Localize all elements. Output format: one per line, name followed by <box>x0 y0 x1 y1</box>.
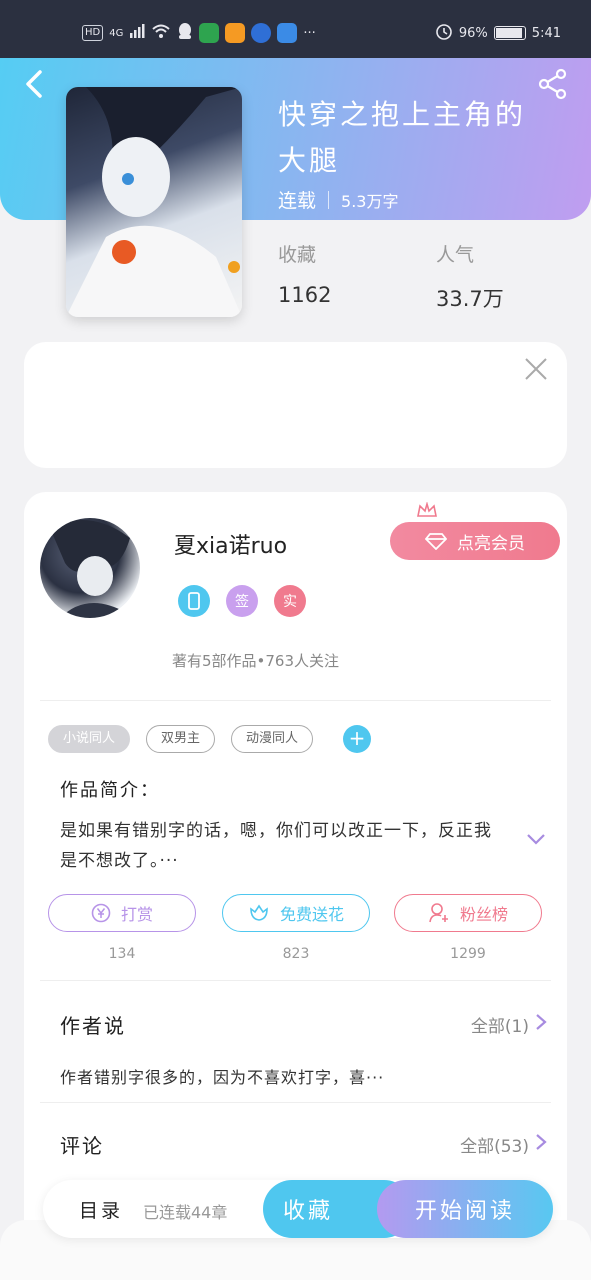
chapter-count: 已连载44章 <box>143 1203 228 1222</box>
activate-vip-button[interactable]: 点亮会员 <box>390 522 560 560</box>
expand-intro-button[interactable] <box>525 828 547 850</box>
tag-item[interactable]: 双男主 <box>146 725 216 753</box>
flower-icon <box>250 904 268 921</box>
phone-badge-icon <box>178 585 210 617</box>
intro-title: 作品简介： <box>60 780 160 801</box>
vip-label: 点亮会员 <box>457 533 525 554</box>
start-reading-label: 开始阅读 <box>414 1199 515 1224</box>
send-flower-label: 免费送花 <box>279 905 344 924</box>
intro-text: 是如果有错别字的话，嗯，你们可以改正一下，反正我是不想改了。··· <box>60 821 492 871</box>
author-says-more-link[interactable]: 全部(1) <box>471 1012 547 1037</box>
chevron-down-icon <box>527 834 545 845</box>
chevron-right-icon <box>535 1012 547 1037</box>
flower-count: 823 <box>282 946 310 962</box>
reward-button[interactable]: 打赏 <box>48 894 196 932</box>
book-title: 快穿之抱上主角的大腿 <box>278 98 527 177</box>
battery-level <box>495 28 522 38</box>
author-card: 夏xia诺ruo 签 实 著有5部作品•763人关注 点亮会员 小说同人 双男主… <box>24 492 567 1280</box>
divider <box>40 700 551 701</box>
popularity-label: 人气 <box>436 244 475 266</box>
app-notify-icon-1 <box>199 23 220 43</box>
tag-list: 小说同人 双男主 动漫同人 + <box>48 725 372 753</box>
qq-icon <box>177 22 193 44</box>
hd-indicator: HD <box>82 25 104 41</box>
divider <box>40 980 551 981</box>
book-cover[interactable] <box>66 87 242 317</box>
book-meta: 连载 5.3万字 <box>278 186 398 213</box>
bottom-action-bar: 目录 已连载44章 收藏 开始阅读 <box>43 1180 553 1238</box>
battery-icon <box>493 26 526 40</box>
signal-icon <box>129 24 145 42</box>
back-arrow-icon <box>26 70 42 98</box>
alarm-icon <box>435 22 453 44</box>
clock: 5:41 <box>531 25 561 41</box>
collect-label: 收藏 <box>278 244 317 266</box>
author-says-text[interactable]: 作者错别字很多的，因为不喜欢打字，喜··· <box>60 1064 384 1088</box>
cover-illustration <box>66 87 242 317</box>
yen-icon <box>91 903 111 923</box>
collect-value: 1162 <box>278 283 332 307</box>
tag-item[interactable]: 动漫同人 <box>231 725 314 753</box>
close-icon <box>525 358 547 380</box>
add-tag-button[interactable]: + <box>343 725 372 753</box>
avatar-illustration <box>50 520 135 618</box>
share-icon <box>538 68 567 100</box>
close-ad-button[interactable] <box>523 356 549 382</box>
diamond-icon <box>425 533 447 550</box>
comments-more-link[interactable]: 全部(53) <box>460 1132 547 1157</box>
popularity-stat: 人气 33.7万 <box>436 240 504 313</box>
wifi-icon <box>151 23 171 43</box>
popularity-value: 33.7万 <box>436 287 504 311</box>
fan-rank-button[interactable]: 粉丝榜 <box>394 894 542 932</box>
meta-divider <box>328 190 330 209</box>
book-status: 连载 <box>278 190 317 212</box>
app-notify-icon-2 <box>225 23 246 43</box>
real-badge-icon: 实 <box>274 585 306 617</box>
author-badges: 签 实 <box>178 585 306 617</box>
app-notify-icon-4 <box>277 23 298 43</box>
author-stats: 著有5部作品•763人关注 <box>172 652 340 670</box>
fan-icon <box>429 903 448 923</box>
chevron-right-icon <box>535 1132 547 1157</box>
author-name[interactable]: 夏xia诺ruo <box>174 528 287 560</box>
tag-item[interactable]: 小说同人 <box>48 725 131 753</box>
fan-count: 1299 <box>450 946 486 962</box>
status-bar: HD 4G ··· 96% 5:41 <box>0 0 591 58</box>
more-notifications: ··· <box>303 25 316 41</box>
author-avatar[interactable] <box>40 518 140 618</box>
app-notify-icon-3 <box>251 23 272 43</box>
fan-rank-label: 粉丝榜 <box>459 905 508 924</box>
send-flower-button[interactable]: 免费送花 <box>222 894 370 932</box>
book-word-count: 5.3万字 <box>341 191 399 211</box>
divider <box>40 1102 551 1103</box>
author-says-more-label: 全部(1) <box>470 1017 529 1037</box>
share-button[interactable] <box>537 68 569 100</box>
collect-stat: 收藏 1162 <box>278 240 331 307</box>
collect-button-label: 收藏 <box>282 1199 333 1224</box>
ad-banner <box>24 342 567 468</box>
back-button[interactable] <box>20 66 50 102</box>
comments-title: 评论 <box>60 1134 104 1158</box>
reward-count: 134 <box>108 946 136 962</box>
crown-icon <box>416 501 438 522</box>
table-of-contents-button[interactable]: 目录 <box>79 1196 123 1223</box>
start-reading-button[interactable]: 开始阅读 <box>377 1180 553 1238</box>
battery-percent: 96% <box>458 25 488 41</box>
comments-more-label: 全部(53) <box>460 1137 529 1157</box>
sign-badge-icon: 签 <box>226 585 258 617</box>
network-type: 4G <box>109 27 124 39</box>
author-says-title: 作者说 <box>60 1014 126 1038</box>
reward-label: 打赏 <box>120 905 153 924</box>
